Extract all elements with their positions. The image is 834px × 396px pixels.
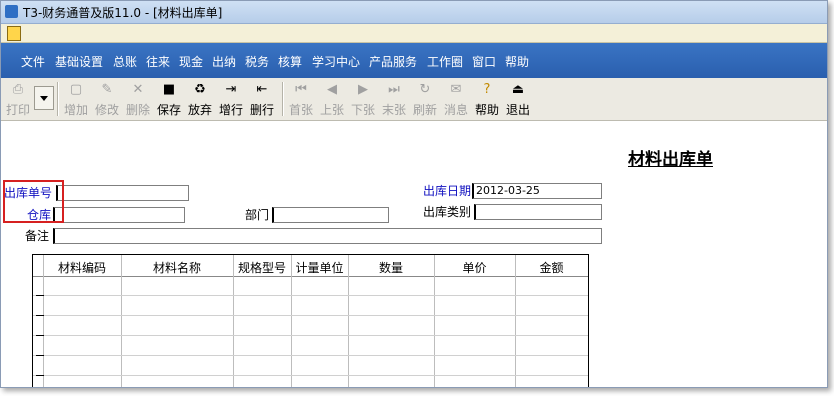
document-icon[interactable] xyxy=(7,26,21,41)
menu-file[interactable]: 文件 xyxy=(21,53,45,70)
highlight-box xyxy=(3,180,64,223)
separator xyxy=(282,82,284,116)
last-page-icon: ⏭ xyxy=(388,82,400,97)
next-page-button[interactable]: ▶ 下张 xyxy=(348,80,378,118)
grid-divider xyxy=(121,255,122,387)
first-page-icon: ⏮ xyxy=(295,82,307,97)
col-spec[interactable]: 规格型号 xyxy=(233,259,291,276)
new-document-icon: ▢ xyxy=(69,82,83,97)
col-quantity[interactable]: 数量 xyxy=(348,259,434,276)
save-icon: ■ xyxy=(162,82,176,97)
detail-grid[interactable]: 材料编码 材料名称 规格型号 计量单位 数量 单价 金额 xyxy=(32,254,589,387)
type-label: 出库类别 xyxy=(423,205,472,219)
dept-label: 部门 xyxy=(245,208,270,222)
help-button[interactable]: ? 帮助 xyxy=(472,80,502,118)
menu-learning-center[interactable]: 学习中心 xyxy=(312,53,360,70)
col-material-name[interactable]: 材料名称 xyxy=(121,259,233,276)
col-amount[interactable]: 金额 xyxy=(515,259,588,276)
row-marker xyxy=(36,335,44,336)
table-row[interactable] xyxy=(33,315,588,316)
row-marker xyxy=(36,315,44,316)
save-button[interactable]: ■ 保存 xyxy=(154,80,184,118)
menu-basic-settings[interactable]: 基础设置 xyxy=(55,53,103,70)
menu-work-circle[interactable]: 工作圈 xyxy=(427,53,463,70)
row-marker xyxy=(36,355,44,356)
discard-button[interactable]: ♻ 放弃 xyxy=(185,80,215,118)
add-row-button[interactable]: ⇥ 增行 xyxy=(216,80,246,118)
menu-tax[interactable]: 税务 xyxy=(245,53,269,70)
help-icon: ? xyxy=(483,82,491,97)
edit-button[interactable]: ✎ 修改 xyxy=(92,80,122,118)
app-window: T3-财务通普及版11.0 - [材料出库单] 文件 基础设置 总账 往来 现金… xyxy=(0,0,828,388)
table-row[interactable] xyxy=(33,295,588,296)
exit-icon: ⏏ xyxy=(511,82,525,97)
grid-divider xyxy=(43,255,44,387)
date-label: 出库日期 xyxy=(423,184,472,198)
date-field[interactable]: 2012-03-25 xyxy=(472,183,602,199)
refresh-button[interactable]: ↻ 刷新 xyxy=(410,80,440,118)
toolbar: ⎙ 打印 ▢ 增加 ✎ 修改 ✕ 删除 ■ 保存 ♻ 放弃 ⇥ 增行 ⇤ 删行 … xyxy=(1,78,827,121)
table-row[interactable] xyxy=(33,335,588,336)
grid-divider xyxy=(588,255,589,387)
grid-divider xyxy=(291,255,292,387)
grid-divider xyxy=(348,255,349,387)
remark-label: 备注 xyxy=(25,229,50,243)
message-icon: ✉ xyxy=(450,82,462,97)
delete-icon: ✕ xyxy=(132,82,144,97)
row-marker xyxy=(36,375,44,376)
table-row[interactable] xyxy=(33,355,588,356)
form-title: 材料出库单 xyxy=(628,150,713,170)
grid-divider xyxy=(233,255,234,387)
delete-row-button[interactable]: ⇤ 删行 xyxy=(247,80,277,118)
table-row[interactable] xyxy=(33,375,588,376)
app-icon xyxy=(5,5,18,18)
grid-divider xyxy=(515,255,516,387)
last-page-button[interactable]: ⏭ 末张 xyxy=(379,80,409,118)
delete-row-icon: ⇤ xyxy=(256,82,268,97)
edit-icon: ✎ xyxy=(101,82,113,97)
title-bar: T3-财务通普及版11.0 - [材料出库单] xyxy=(1,1,827,24)
doc-no-field[interactable] xyxy=(56,185,189,201)
menu-bar: 文件 基础设置 总账 往来 现金 出纳 税务 核算 学习中心 产品服务 工作圈 … xyxy=(1,43,827,78)
mdi-bar xyxy=(1,24,827,43)
first-page-button[interactable]: ⏮ 首张 xyxy=(286,80,316,118)
menu-general-ledger[interactable]: 总账 xyxy=(113,53,137,70)
dept-field[interactable] xyxy=(272,207,389,223)
print-button[interactable]: ⎙ 打印 xyxy=(3,80,33,118)
menu-help[interactable]: 帮助 xyxy=(505,53,529,70)
printer-icon: ⎙ xyxy=(12,82,24,97)
grid-header: 材料编码 材料名称 规格型号 计量单位 数量 单价 金额 xyxy=(33,255,588,277)
grid-divider xyxy=(434,255,435,387)
col-unit[interactable]: 计量单位 xyxy=(291,259,348,276)
next-page-icon: ▶ xyxy=(358,82,368,97)
voucher-form: 材料出库单 出库单号 出库日期 2012-03-25 仓库 部门 出库类别 备注… xyxy=(1,121,827,387)
col-unit-price[interactable]: 单价 xyxy=(434,259,515,276)
warehouse-field[interactable] xyxy=(53,207,185,223)
menu-products[interactable]: 产品服务 xyxy=(369,53,417,70)
print-dropdown[interactable] xyxy=(34,86,54,110)
window-title: T3-财务通普及版11.0 - [材料出库单] xyxy=(23,6,223,20)
separator xyxy=(57,82,59,116)
add-row-icon: ⇥ xyxy=(225,82,237,97)
col-material-code[interactable]: 材料编码 xyxy=(43,259,121,276)
type-field[interactable] xyxy=(474,204,602,220)
menu-cashier[interactable]: 出纳 xyxy=(212,53,236,70)
refresh-icon: ↻ xyxy=(419,82,431,97)
prev-page-icon: ◀ xyxy=(327,82,337,97)
remark-field[interactable] xyxy=(53,228,602,244)
menu-accounting[interactable]: 核算 xyxy=(278,53,302,70)
exit-button[interactable]: ⏏ 退出 xyxy=(503,80,533,118)
menu-receivables[interactable]: 往来 xyxy=(146,53,170,70)
add-button[interactable]: ▢ 增加 xyxy=(61,80,91,118)
message-button[interactable]: ✉ 消息 xyxy=(441,80,471,118)
delete-button[interactable]: ✕ 删除 xyxy=(123,80,153,118)
row-marker xyxy=(36,295,44,296)
menu-window[interactable]: 窗口 xyxy=(472,53,496,70)
prev-page-button[interactable]: ◀ 上张 xyxy=(317,80,347,118)
menu-cash[interactable]: 现金 xyxy=(179,53,203,70)
discard-icon: ♻ xyxy=(194,82,206,97)
